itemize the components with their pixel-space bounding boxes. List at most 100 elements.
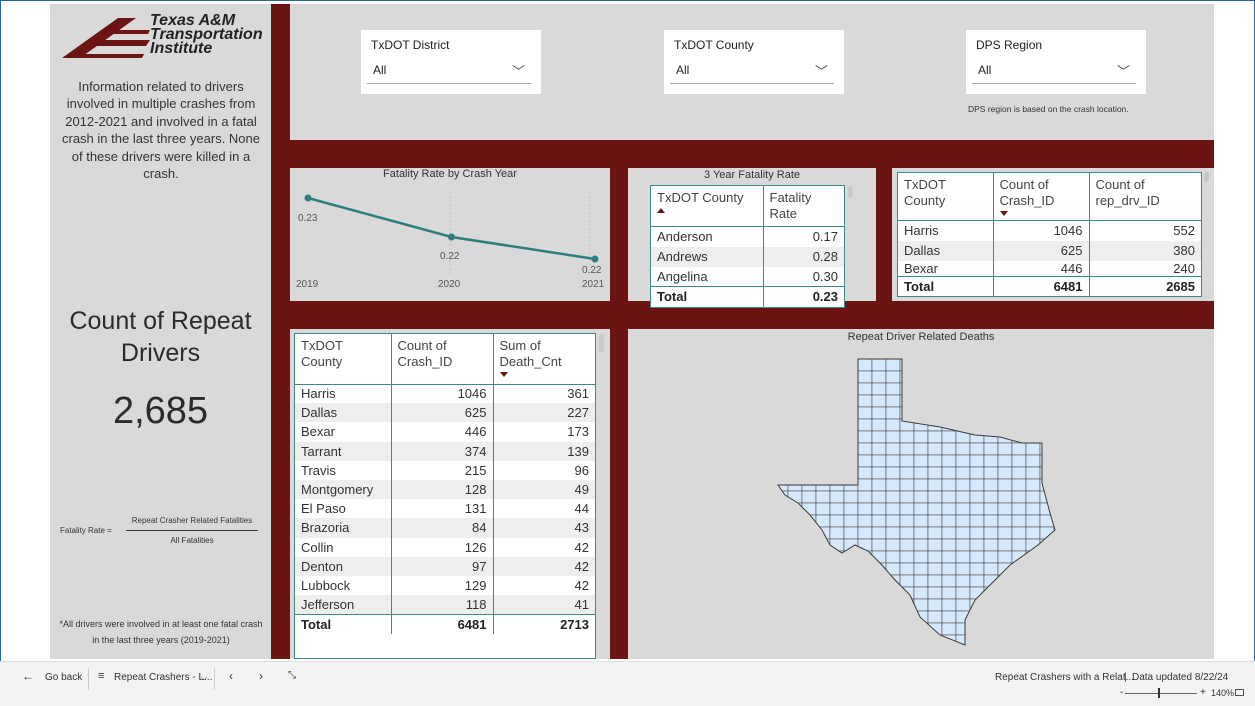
county-shape[interactable]	[815, 454, 831, 468]
column-header[interactable]: TxDOT County	[651, 186, 764, 227]
county-shape[interactable]	[927, 478, 943, 492]
county-shape[interactable]	[913, 538, 929, 552]
county-shape[interactable]	[857, 418, 873, 432]
county-shape[interactable]	[801, 442, 817, 456]
county-shape[interactable]	[815, 610, 831, 624]
county-shape[interactable]	[857, 574, 873, 588]
county-shape[interactable]	[801, 406, 817, 420]
county-shape[interactable]	[829, 622, 845, 636]
county-shape[interactable]	[969, 478, 985, 492]
county-shape[interactable]	[815, 490, 831, 504]
county-shape[interactable]	[829, 442, 845, 456]
county-shape[interactable]	[1053, 370, 1068, 384]
county-shape[interactable]	[941, 550, 957, 564]
county-shape[interactable]	[899, 490, 915, 504]
county-shape[interactable]	[969, 454, 985, 468]
county-shape[interactable]	[1025, 526, 1041, 540]
county-shape[interactable]	[913, 430, 929, 444]
county-shape[interactable]	[955, 394, 971, 408]
county-shape[interactable]	[941, 382, 957, 396]
county-shape[interactable]	[857, 514, 873, 528]
county-shape[interactable]	[1011, 442, 1027, 456]
county-shape[interactable]	[815, 442, 831, 456]
county-shape[interactable]	[885, 610, 901, 624]
county-shape[interactable]	[829, 514, 845, 528]
county-shape[interactable]	[774, 406, 789, 420]
county-shape[interactable]	[983, 598, 999, 612]
county-shape[interactable]	[815, 586, 831, 600]
county-shape[interactable]	[955, 418, 971, 432]
county-shape[interactable]	[1053, 562, 1068, 576]
county-shape[interactable]	[983, 514, 999, 528]
county-shape[interactable]	[857, 394, 873, 408]
county-shape[interactable]	[1025, 598, 1041, 612]
county-shape[interactable]	[885, 574, 901, 588]
county-shape[interactable]	[885, 466, 901, 480]
county-shape[interactable]	[913, 634, 929, 647]
county-shape[interactable]	[899, 502, 915, 516]
county-shape[interactable]	[1053, 466, 1068, 480]
county-shape[interactable]	[1053, 406, 1068, 420]
county-shape[interactable]	[941, 622, 957, 636]
county-shape[interactable]	[885, 490, 901, 504]
county-shape[interactable]	[843, 359, 859, 372]
county-shape[interactable]	[913, 406, 929, 420]
county-shape[interactable]	[913, 370, 929, 384]
county-shape[interactable]	[1039, 430, 1055, 444]
county-shape[interactable]	[983, 406, 999, 420]
county-shape[interactable]	[1053, 359, 1068, 372]
county-shape[interactable]	[1011, 502, 1027, 516]
county-shape[interactable]	[774, 466, 789, 480]
county-shape[interactable]	[1025, 574, 1041, 588]
county-shape[interactable]	[969, 430, 985, 444]
county-shape[interactable]	[913, 478, 929, 492]
county-shape[interactable]	[857, 490, 873, 504]
county-shape[interactable]	[1053, 502, 1068, 516]
county-shape[interactable]	[1011, 466, 1027, 480]
county-shape[interactable]	[997, 586, 1013, 600]
county-shape[interactable]	[843, 598, 859, 612]
county-shape[interactable]	[955, 586, 971, 600]
county-shape[interactable]	[1011, 406, 1027, 420]
county-shape[interactable]	[899, 442, 915, 456]
county-shape[interactable]	[885, 418, 901, 432]
county-shape[interactable]	[955, 466, 971, 480]
county-shape[interactable]	[801, 430, 817, 444]
county-shape[interactable]	[941, 466, 957, 480]
county-shape[interactable]	[997, 622, 1013, 636]
county-shape[interactable]	[997, 382, 1013, 396]
county-shape[interactable]	[829, 562, 845, 576]
county-shape[interactable]	[899, 574, 915, 588]
county-shape[interactable]	[983, 526, 999, 540]
county-shape[interactable]	[857, 382, 873, 396]
county-shape[interactable]	[787, 526, 803, 540]
county-shape[interactable]	[774, 430, 789, 444]
county-shape[interactable]	[1039, 406, 1055, 420]
county-shape[interactable]	[829, 430, 845, 444]
table-row[interactable]: Anderson 0.17	[651, 226, 844, 247]
county-shape[interactable]	[927, 526, 943, 540]
county-shape[interactable]	[774, 538, 789, 552]
county-shape[interactable]	[969, 502, 985, 516]
county-shape[interactable]	[1011, 370, 1027, 384]
county-shape[interactable]	[1025, 406, 1041, 420]
column-header[interactable]: Sum of Death_Cnt	[493, 334, 595, 385]
fit-to-page-icon[interactable]	[1235, 689, 1244, 696]
county-shape[interactable]	[857, 454, 873, 468]
county-shape[interactable]	[871, 526, 887, 540]
county-shape[interactable]	[1025, 502, 1041, 516]
county-shape[interactable]	[1053, 514, 1068, 528]
column-header[interactable]: Fatality Rate	[763, 186, 844, 227]
county-shape[interactable]	[787, 359, 803, 372]
county-shape[interactable]	[927, 430, 943, 444]
county-shape[interactable]	[871, 514, 887, 528]
county-shape[interactable]	[1039, 370, 1055, 384]
county-shape[interactable]	[774, 562, 789, 576]
zoom-out-icon[interactable]: -	[1120, 687, 1123, 698]
data-point[interactable]	[304, 194, 312, 202]
county-shape[interactable]	[801, 562, 817, 576]
county-shape[interactable]	[871, 634, 887, 647]
chevron-down-icon[interactable]: ⌵	[201, 673, 207, 683]
county-shape[interactable]	[787, 382, 803, 396]
county-shape[interactable]	[969, 550, 985, 564]
